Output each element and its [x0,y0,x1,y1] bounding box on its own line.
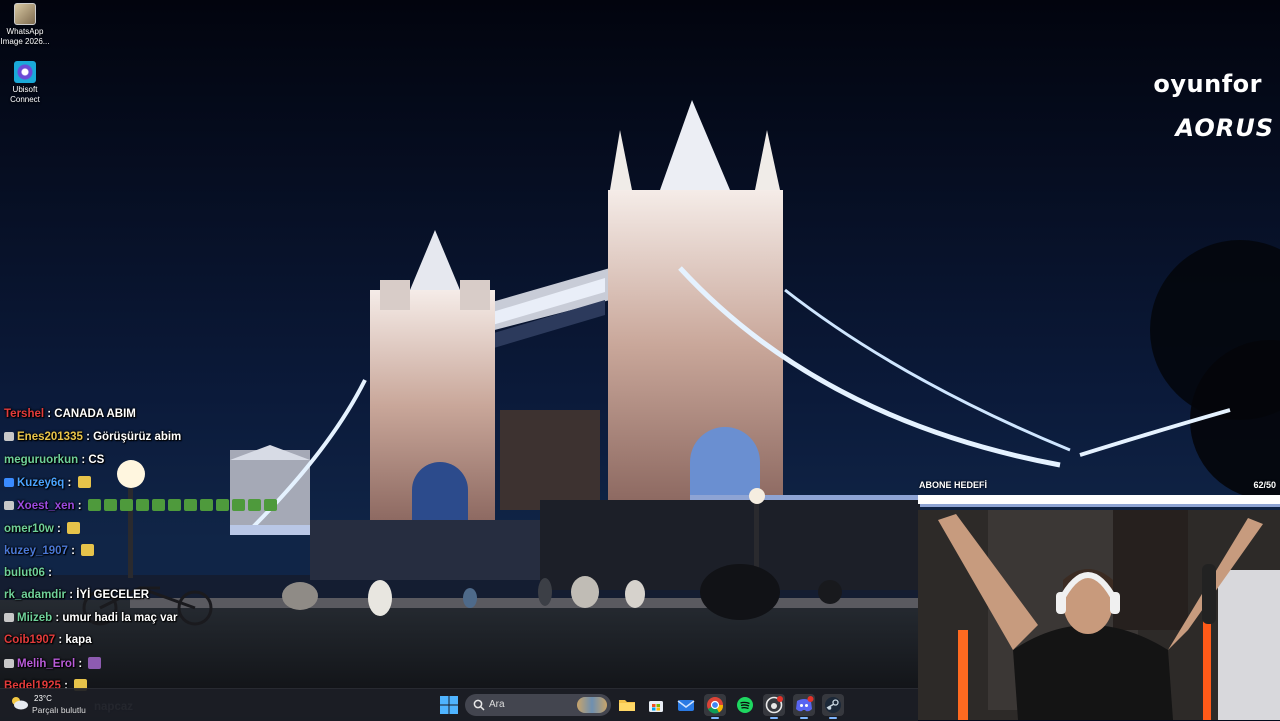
chat-message: Xoest_xen : [4,499,277,512]
chat-username: rk_adamdir [4,589,67,601]
duck-emote-icon [77,476,91,488]
spotify-icon [737,697,753,713]
chat-text: CANADA ABIM [54,408,136,420]
chat-username: kuzey_1907 [4,545,68,557]
chat-username: Enes201335 [17,431,83,443]
desktop-icon-label: WhatsApp [6,27,44,36]
weather-description: Parçalı bulutlu [32,705,86,715]
chat-message: Melih_Erol : [4,657,102,670]
search-placeholder: Ara [489,699,505,710]
chat-message: bulut06 : [4,567,52,579]
pepe-emote-icon [199,499,213,511]
chat-message: kuzey_1907 : [4,544,95,557]
subscriber-goal-progress-fill [919,496,1279,503]
pepe-emote-icon [263,499,277,511]
chat-text: Görüşürüz abim [93,431,182,443]
pepe-emote-icon [103,499,117,511]
chat-username: Xoest_xen [17,500,75,512]
taskbar-search-box[interactable]: Ara [465,694,611,716]
chat-message: meguruorkun : CS [4,454,105,466]
search-highlight-image [577,697,607,713]
pepe-emote-icon [87,499,101,511]
chat-username: Melih_Erol [17,658,76,670]
chat-message: Miizeb : umur hadi la maç var [4,612,177,624]
chat-username: bulut06 [4,567,45,579]
partly-cloudy-icon [12,697,28,710]
chrome-button[interactable] [704,694,726,719]
chat-username: Kuzey6q [17,477,65,489]
chat-badge-icon [4,613,14,622]
aorus-logo: AORUS [1175,114,1274,142]
streamer-webcam [918,510,1280,720]
folder-icon [619,700,635,711]
chat-message: Kuzey6q : [4,476,91,489]
weather-temperature: 23°C [34,694,52,703]
chrome-icon [707,697,724,714]
chat-badge-icon [4,478,14,487]
discord-icon [796,696,814,712]
subscriber-goal-widget: ABONE HEDEFİ 62/50 [918,478,1280,510]
chat-badge-icon [4,432,14,441]
desktop-icon-label: Connect [10,95,40,104]
pepe-emote-icon [135,499,149,511]
chat-username: Tershel [4,408,45,420]
chat-username: meguruorkun [4,454,79,466]
girl-emote-icon [88,657,102,669]
chat-message: rk_adamdir : İYİ GECELER [4,589,150,601]
mail-icon [677,700,695,711]
chat-text: kapa [65,634,92,646]
microsoft-store-button[interactable] [645,694,667,716]
chat-badge-icon [4,659,14,668]
chat-username: Miizeb [17,612,53,624]
discord-button[interactable] [793,694,815,719]
pepe-emote-icon [119,499,133,511]
desktop-icon-ubisoft-connect[interactable]: Ubisoft Connect [0,61,53,105]
pepe-emote-icon [247,499,261,511]
desktop-icon-label: Image 2026... [0,37,50,46]
chat-text: CS [88,454,105,466]
subscriber-goal-count: 62/50 [1253,480,1276,490]
chat-username: omer10w [4,523,54,535]
duck-emote-icon [81,544,95,556]
steam-icon [825,697,841,713]
chat-message: Tershel : CANADA ABIM [4,408,136,420]
chat-badge-icon [4,501,14,510]
mail-button[interactable] [675,694,697,716]
search-icon [473,699,485,711]
chat-text: umur hadi la maç var [62,612,178,624]
file-explorer-button[interactable] [616,694,638,716]
pepe-emote-icon [183,499,197,511]
chat-message: Coib1907 : kapa [4,634,92,646]
pepe-emote-icon [167,499,181,511]
desktop-icon-label: Ubisoft [12,85,38,94]
chat-text: İYİ GECELER [76,589,150,601]
pepe-emote-icon [231,499,245,511]
chat-username: Coib1907 [4,634,56,646]
chat-message: omer10w : [4,522,81,535]
windows-start-icon[interactable] [440,696,458,714]
store-bag-icon [649,701,663,712]
subscriber-goal-progress-bar [918,495,1280,504]
github-desktop-button[interactable] [763,694,785,719]
subscriber-goal-label: ABONE HEDEFİ [919,480,988,490]
duck-emote-icon [67,522,81,534]
desktop-icon-whatsapp-image[interactable]: WhatsApp Image 2026... [0,3,53,47]
oyunfor-logo: oyunfor [1153,70,1262,98]
github-icon [765,696,783,714]
ubisoft-icon [14,61,36,83]
chat-message: Enes201335 : Görüşürüz abim [4,431,181,443]
image-file-icon [14,3,36,25]
steam-button[interactable] [822,694,844,719]
taskbar: 23°C Parçalı bulutlu Ara [0,688,918,721]
pepe-emote-icon [151,499,165,511]
stream-chat: Tershel : CANADA ABIM Enes201335 : Görüş… [4,404,304,720]
pepe-emote-icon [215,499,229,511]
spotify-button[interactable] [734,694,756,716]
